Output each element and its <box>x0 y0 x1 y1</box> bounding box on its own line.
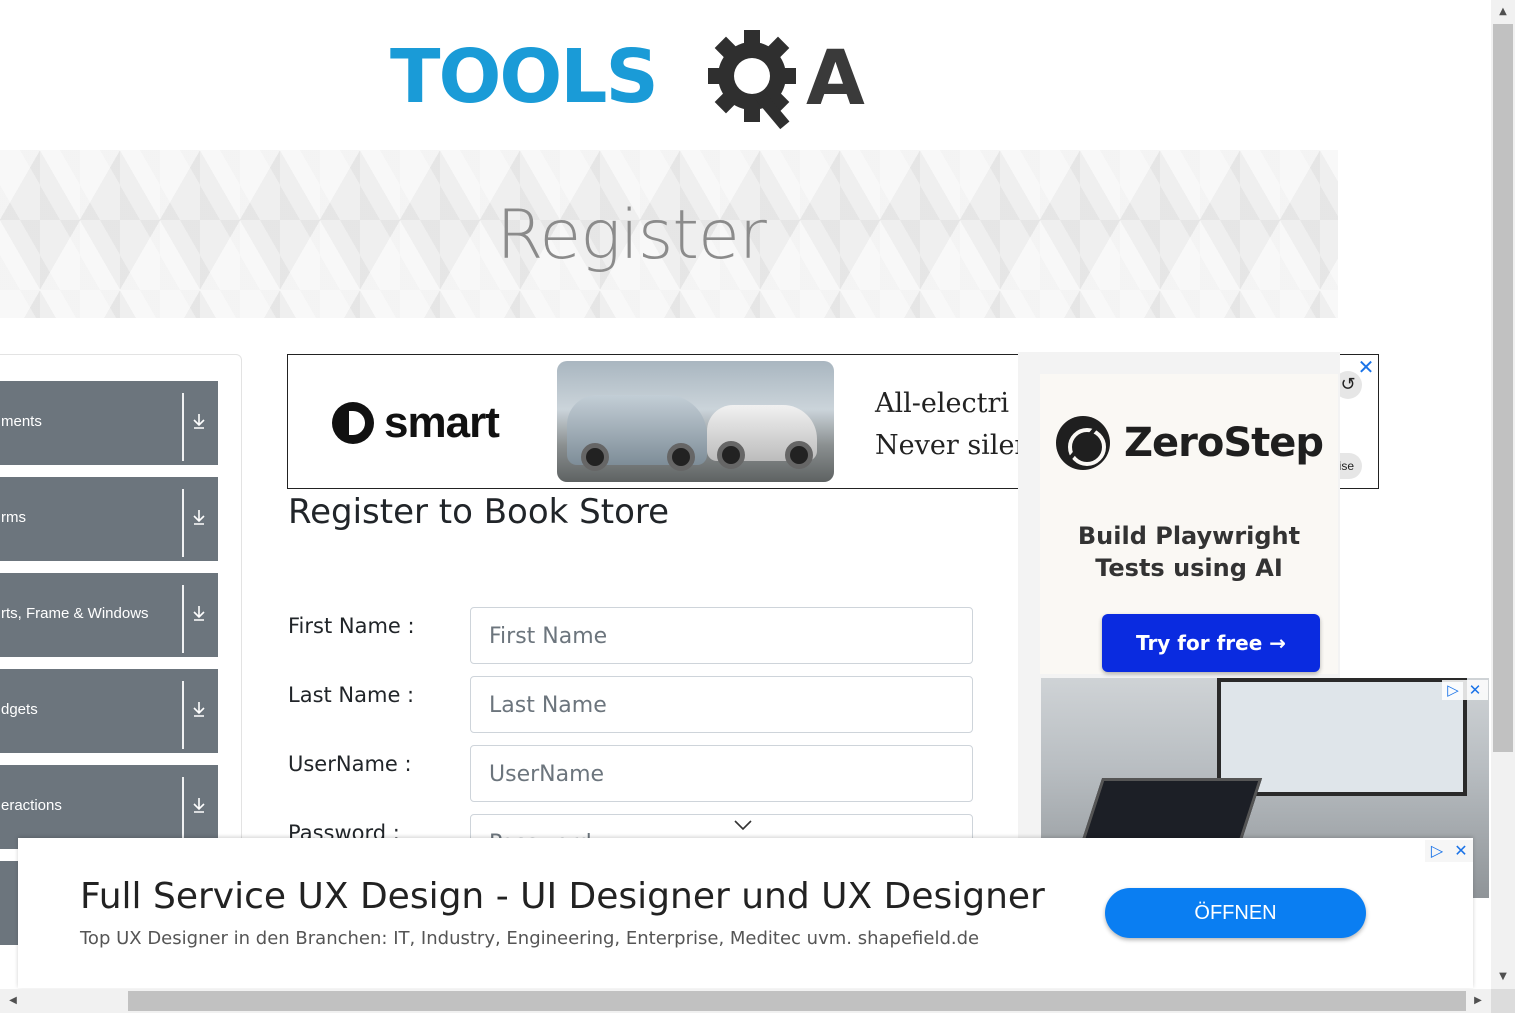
vertical-scroll-thumb[interactable] <box>1493 24 1513 752</box>
zerostep-card: ZeroStep Build Playwright Tests using AI… <box>1040 374 1338 674</box>
ad-copy: All-electri Never siler <box>875 383 1027 467</box>
scroll-right-arrow-icon[interactable]: ▶ <box>1467 989 1489 1013</box>
download-arrow-icon <box>193 702 205 717</box>
horizontal-scroll-thumb[interactable] <box>128 991 1466 1011</box>
ad-copy-line1: All-electri <box>875 388 1009 419</box>
sidebar-item-forms[interactable]: rms <box>0 477 218 561</box>
bottom-ad-title[interactable]: Full Service UX Design - UI Designer und… <box>80 876 1045 917</box>
close-icon[interactable]: ✕ <box>1356 357 1376 378</box>
gear-icon <box>708 30 796 130</box>
divider <box>182 585 184 653</box>
smart-brand-text: smart <box>384 398 500 447</box>
logo-a-text: A <box>806 33 865 122</box>
smart-logo: smart <box>332 398 500 447</box>
wheel <box>581 443 609 471</box>
ad-choices[interactable]: ▷ ✕ <box>1442 680 1488 700</box>
scroll-down-arrow-icon[interactable]: ▼ <box>1491 967 1515 987</box>
wheel <box>667 443 695 471</box>
smart-logo-icon <box>332 402 374 444</box>
zerostep-logo-icon <box>1056 416 1110 470</box>
scrollbar-corner <box>1491 989 1515 1013</box>
sidebar-item-label: ments <box>1 413 42 430</box>
bottom-ad[interactable]: Full Service UX Design - UI Designer und… <box>18 838 1473 988</box>
first-name-label: First Name : <box>288 614 415 638</box>
last-name-label: Last Name : <box>288 683 415 707</box>
try-for-free-button[interactable]: Try for free → <box>1102 614 1320 672</box>
logo-tools-text: TOOLS <box>390 34 659 120</box>
download-arrow-icon <box>193 798 205 813</box>
bottom-ad-subtitle: Top UX Designer in den Branchen: IT, Ind… <box>80 928 980 949</box>
zerostep-tagline: Build Playwright Tests using AI <box>1077 522 1301 582</box>
ad-copy-line2: Never siler <box>875 430 1028 461</box>
download-arrow-icon <box>193 510 205 525</box>
car-image <box>557 361 834 482</box>
sidebar-item-label: rts, Frame & Windows <box>1 605 149 622</box>
scroll-left-arrow-icon[interactable]: ◀ <box>2 989 24 1013</box>
close-icon[interactable]: ✕ <box>1449 840 1473 862</box>
sidebar-item-interactions[interactable]: eractions <box>0 765 218 849</box>
divider <box>182 681 184 749</box>
horizontal-scrollbar[interactable]: ◀ ▶ <box>0 989 1491 1013</box>
sidebar-item-elements[interactable]: ments <box>0 381 218 465</box>
sidebar-item-label: rms <box>1 509 26 526</box>
sidebar-item-widgets[interactable]: dgets <box>0 669 218 753</box>
sidebar: ments rms rts, Frame & Windows dgets era… <box>0 354 242 945</box>
oeffnen-button[interactable]: ÖFFNEN <box>1105 888 1366 938</box>
form-heading: Register to Book Store <box>288 492 670 532</box>
scroll-up-arrow-icon[interactable]: ▲ <box>1491 2 1515 22</box>
wheel <box>717 441 745 469</box>
page-banner: Register <box>0 150 1338 318</box>
adchoices-icon[interactable]: ▷ <box>1442 680 1464 700</box>
zerostep-brand: ZeroStep <box>1124 420 1324 466</box>
sidebar-item-label: eractions <box>1 797 62 814</box>
download-arrow-icon <box>193 606 205 621</box>
toolsqa-logo[interactable]: TOOLS A <box>388 22 878 137</box>
sidebar-item-alerts-frame-windows[interactable]: rts, Frame & Windows <box>0 573 218 657</box>
download-arrow-icon <box>193 414 205 429</box>
zerostep-logo: ZeroStep <box>1056 416 1324 470</box>
vertical-scrollbar[interactable]: ▲ ▼ <box>1491 0 1515 989</box>
first-name-input[interactable]: First Name <box>470 607 973 664</box>
chevron-down-icon[interactable] <box>733 818 753 832</box>
close-icon[interactable]: ✕ <box>1464 680 1486 700</box>
divider <box>182 489 184 557</box>
wheel <box>785 441 813 469</box>
username-label: UserName : <box>288 752 412 776</box>
last-name-input[interactable]: Last Name <box>470 676 973 733</box>
ad-choices[interactable]: ▷ ✕ <box>1425 840 1473 862</box>
page: TOOLS A Register ments rms rts, Frame & … <box>0 0 1491 989</box>
username-input[interactable]: UserName <box>470 745 973 802</box>
adchoices-icon[interactable]: ▷ <box>1425 840 1449 862</box>
divider <box>182 777 184 845</box>
sidebar-item-label: dgets <box>1 701 38 718</box>
divider <box>182 393 184 461</box>
page-title: Register <box>496 196 767 275</box>
